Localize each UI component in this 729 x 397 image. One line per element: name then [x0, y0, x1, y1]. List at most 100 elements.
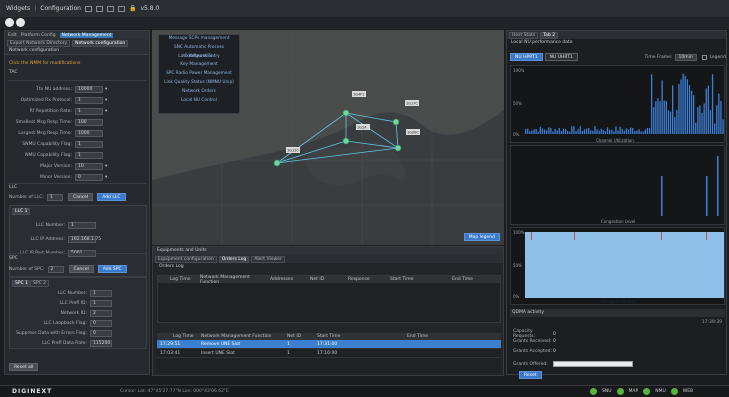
- menu-item-late-network-entry[interactable]: Late Network Entry: [159, 53, 239, 62]
- field-input[interactable]: 1: [75, 108, 103, 115]
- field-input[interactable]: 115200: [90, 340, 112, 347]
- add-llc-button[interactable]: Add LLC: [97, 193, 126, 201]
- field-input[interactable]: 0: [90, 330, 112, 337]
- map-legend-button[interactable]: Map legend: [463, 233, 500, 241]
- col-header[interactable]: Log Time: [157, 334, 201, 339]
- grid-icon[interactable]: [85, 5, 92, 12]
- tab-spc-2[interactable]: SPC 2: [30, 280, 50, 287]
- reset-all-button[interactable]: Reset all: [9, 363, 39, 371]
- map-node-1G120[interactable]: [273, 159, 281, 167]
- field-label: LLC IP Address:: [30, 237, 66, 242]
- chevron-down-icon[interactable]: ▾: [105, 175, 107, 180]
- utilization-bar: [541, 128, 544, 134]
- utilization-bar: [699, 105, 701, 134]
- reset-button[interactable]: Reset: [519, 371, 542, 379]
- field-input[interactable]: 1: [90, 290, 112, 297]
- menu-platform-config[interactable]: Platform Config: [21, 33, 56, 38]
- field-label: Suppress Data with Errors Flag:: [16, 331, 87, 336]
- field-input[interactable]: 1: [68, 222, 96, 229]
- table-row[interactable]: 17:29:51 Remove UNE Slot 1 17:31:00: [157, 340, 501, 349]
- configuration-menu[interactable]: Configuration: [40, 5, 81, 12]
- llc-count-select[interactable]: 1: [46, 193, 63, 201]
- tab-equipment-configuration[interactable]: Equipment configuration: [155, 255, 217, 263]
- col-header[interactable]: Response: [348, 277, 390, 282]
- col-header[interactable]: End Time: [407, 334, 467, 339]
- tab-alert-viewer[interactable]: Alert Viewer: [251, 255, 285, 263]
- menu-item-network-orders[interactable]: Network Orders: [159, 88, 239, 97]
- field-input[interactable]: 0: [90, 320, 112, 327]
- tab-spc-1[interactable]: SPC 1: [12, 280, 32, 287]
- field-input[interactable]: 192.168.1.75: [68, 236, 101, 243]
- lock-icon[interactable]: 🔒: [129, 5, 136, 12]
- chevron-down-icon[interactable]: ▾: [105, 98, 107, 103]
- menu-item-local-nu-control[interactable]: Local NU Control: [159, 97, 239, 106]
- tab-export-directory[interactable]: Export Network Directory: [7, 39, 71, 47]
- map-node-1G17C[interactable]: [392, 118, 400, 126]
- tab-2[interactable]: Tab 2: [540, 31, 559, 39]
- menu-edit[interactable]: Edit: [8, 33, 17, 38]
- left-tabs: Export Network Directory Network configu…: [5, 39, 149, 47]
- tab-orders-log[interactable]: Orders Log: [218, 255, 250, 263]
- utilization-bar: [527, 128, 529, 134]
- chevron-down-icon[interactable]: ▾: [105, 109, 107, 114]
- llc-cancel-button[interactable]: Cancel: [67, 193, 94, 201]
- tab-nu-uhrt1[interactable]: NU UHRT1: [544, 53, 578, 61]
- spc-cancel-button[interactable]: Cancel: [68, 265, 94, 273]
- grants-offered-input[interactable]: [553, 361, 633, 367]
- menu-item-spc-radio-power[interactable]: SPC Radio Power Management: [159, 70, 239, 79]
- menu-item-snc-auto-config[interactable]: SNC Automatic Process Configuration: [159, 44, 239, 59]
- legend-checkbox[interactable]: [702, 54, 708, 60]
- chevron-down-icon[interactable]: ▾: [105, 164, 107, 169]
- field-input[interactable]: 1: [75, 152, 103, 159]
- field-input[interactable]: 1: [75, 97, 103, 104]
- field-input[interactable]: 10000: [75, 86, 103, 93]
- field-input[interactable]: 1000: [75, 130, 103, 137]
- congestion-bar: [661, 176, 663, 216]
- col-header[interactable]: Addresses: [270, 277, 310, 282]
- timeframe-select[interactable]: 10min: [675, 53, 698, 61]
- menu-item-link-quality[interactable]: Link Quality Status (NMNU Unip): [159, 79, 239, 88]
- modification-hint: Click the NMM for modifications: [9, 61, 81, 66]
- field-input[interactable]: 100: [75, 119, 103, 126]
- settings-icon[interactable]: [5, 18, 14, 27]
- congestion-level-chart: Congestion Level: [510, 145, 725, 225]
- map-node-1G4F1[interactable]: [342, 109, 350, 117]
- menu-item-message-scps[interactable]: Message SCPs management: [159, 35, 239, 44]
- utilization-bar: [680, 79, 682, 134]
- map-node-1G2A[interactable]: [342, 137, 350, 145]
- add-spc-button[interactable]: Add SPC: [97, 265, 127, 273]
- tab-llc-1[interactable]: LLC 1: [12, 208, 31, 215]
- monitor-icon[interactable]: [118, 5, 125, 12]
- toolbar: Widgets | Configuration 🔒 v5.8.0: [6, 5, 160, 12]
- field-input[interactable]: 2: [90, 310, 112, 317]
- col-header[interactable]: End Time: [452, 277, 492, 282]
- status-dot-icon: [643, 388, 651, 395]
- menu-network-management[interactable]: Network Management: [59, 32, 114, 38]
- tab-network-configuration[interactable]: Network configuration: [72, 39, 129, 47]
- field-input[interactable]: 1: [90, 300, 112, 307]
- field-input[interactable]: 1: [75, 141, 103, 148]
- spc-count-select[interactable]: 2: [47, 265, 64, 273]
- map-node-1G20C[interactable]: [394, 144, 402, 152]
- split-icon[interactable]: [107, 5, 114, 12]
- col-header[interactable]: Net ID: [310, 277, 348, 282]
- col-header[interactable]: Log Time: [158, 277, 198, 282]
- utilization-bar: [630, 127, 632, 134]
- col-header[interactable]: Network Management Function: [201, 334, 287, 339]
- col-header[interactable]: Net ID: [287, 334, 317, 339]
- tab-host-stats[interactable]: Host Stats: [509, 31, 539, 39]
- field-input[interactable]: 0: [75, 174, 103, 181]
- home-icon[interactable]: [16, 18, 25, 27]
- chevron-down-icon[interactable]: ▾: [105, 87, 107, 92]
- field-input[interactable]: 10: [75, 163, 103, 170]
- col-header[interactable]: Network Management Function: [198, 275, 270, 285]
- bottom-tabs: Equipment configuration Orders Log Alert…: [153, 255, 503, 263]
- menu-item-key-management[interactable]: Key Management: [159, 61, 239, 70]
- col-header[interactable]: Start Time: [390, 277, 452, 282]
- col-header[interactable]: Start Time: [317, 334, 407, 339]
- tab-nu-hprt1[interactable]: NU HPRT1: [510, 53, 543, 61]
- utilization-bar: [678, 84, 680, 134]
- field-row: NMU Capability Flag: 1: [5, 152, 103, 159]
- table-row[interactable]: 17:03:41 Insert UNE Slot 1 17:16:00: [157, 349, 501, 358]
- panel-icon[interactable]: [96, 5, 103, 12]
